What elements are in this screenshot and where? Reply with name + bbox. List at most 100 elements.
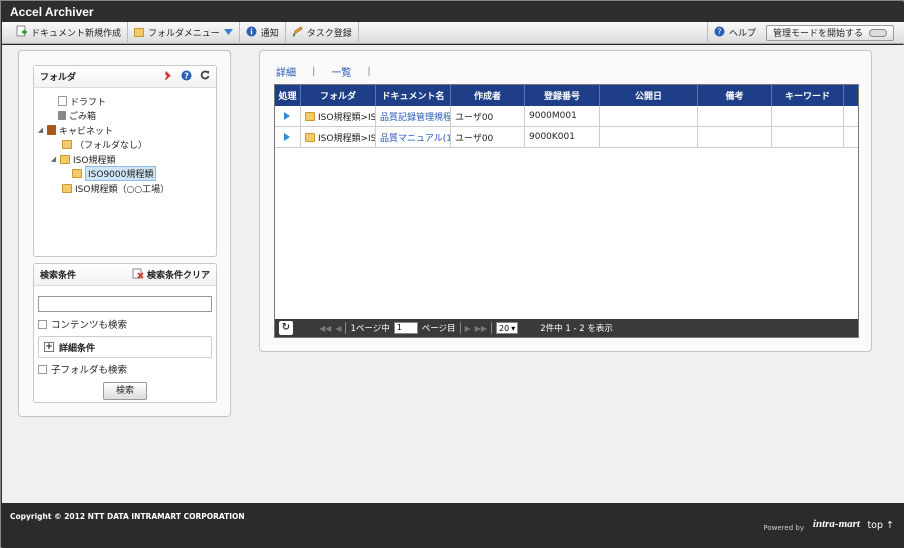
folder-box-header: フォルダ ?: [34, 66, 216, 88]
tab-divider: |: [312, 66, 316, 77]
tree-item-draft[interactable]: ドラフト: [34, 94, 216, 109]
content-search-checkbox[interactable]: コンテンツも検索: [38, 317, 127, 331]
detail-conditions-label: 詳細条件: [59, 343, 96, 354]
collapse-toggle-icon[interactable]: ◢: [37, 126, 44, 134]
notice-button[interactable]: 通知: [240, 21, 286, 44]
toolbar-right: ? ヘルプ 管理モードを開始する: [706, 21, 904, 44]
tree-item-label: キャビネット: [59, 126, 114, 137]
app-title: Accel Archiver: [2, 2, 904, 22]
task-register-button[interactable]: タスク登録: [286, 21, 359, 44]
tree-item-iso9000[interactable]: ISO9000規程類: [34, 166, 216, 182]
pager: ↻ ◀◀ ◀ 1ページ中 1 ページ目 ▶ ▶▶ 20 ▾ 2件中 1 - 2 を…: [275, 319, 858, 337]
folder-menu-button[interactable]: フォルダメニュー: [128, 21, 240, 44]
number-cell: 9000M001: [525, 106, 600, 126]
admin-mode-button[interactable]: 管理モードを開始する: [765, 24, 894, 41]
chevron-down-icon: [223, 28, 233, 38]
folder-cell: ISO規程類>ISO: [301, 127, 376, 147]
column-header[interactable]: 登録番号: [525, 85, 600, 106]
play-icon[interactable]: [284, 133, 290, 141]
process-cell[interactable]: [275, 127, 301, 147]
page-input[interactable]: 1: [393, 322, 418, 334]
document-name-link[interactable]: 品質記録管理規程(: [376, 106, 451, 126]
keyword-cell: [772, 106, 844, 126]
per-page-select[interactable]: 20 ▾: [496, 322, 519, 334]
column-header[interactable]: 処理: [275, 85, 301, 106]
column-header[interactable]: キーワード: [772, 85, 844, 106]
tree-item-iso[interactable]: ◢ ISO規程類: [34, 152, 216, 167]
detail-conditions-toggle[interactable]: + 詳細条件: [38, 336, 212, 358]
prev-page-icon[interactable]: ◀: [335, 324, 341, 333]
toolbar: ドキュメント新規作成 フォルダメニュー 通知 タスク登録 ? ヘルプ 管理モード…: [2, 21, 904, 44]
notice-label: 通知: [260, 29, 279, 39]
svg-text:?: ?: [184, 71, 189, 80]
copyright: Copyright © 2012 NTT DATA INTRAMART CORP…: [10, 512, 245, 521]
folder-icon: [305, 111, 315, 121]
folder-tree: ドラフト ごみ箱 ◢ キャビネット （フォルダなし） ◢ ISO規程類 ISO9…: [34, 88, 216, 196]
first-page-icon[interactable]: ◀◀: [319, 324, 331, 333]
admin-mode-label: 管理モードを開始する: [772, 29, 863, 39]
tree-item-trash[interactable]: ごみ箱: [34, 109, 216, 124]
column-header[interactable]: 備考: [698, 85, 772, 106]
refresh-icon[interactable]: [200, 70, 210, 83]
new-document-button[interactable]: ドキュメント新規作成: [2, 21, 129, 44]
table-row[interactable]: ISO規程類>ISO 品質マニュアル(1.0 ユーザ00 9000K001: [275, 127, 858, 148]
pager-divider: [459, 322, 461, 334]
grid-header: 処理 フォルダ ドキュメント名 作成者 登録番号 公開日 備考 キーワード: [275, 85, 858, 106]
plus-icon: +: [44, 342, 54, 352]
column-header[interactable]: 公開日: [600, 85, 698, 106]
tree-item-no-folder[interactable]: （フォルダなし）: [34, 138, 216, 153]
refresh-icon[interactable]: ↻: [279, 321, 293, 335]
info-icon: [246, 26, 257, 40]
view-tabs: 詳細 | 一覧 |: [276, 64, 387, 79]
top-link[interactable]: top ↑: [867, 520, 894, 531]
number-cell: 9000K001: [525, 127, 600, 147]
powered-by: Powered by: [763, 524, 804, 532]
document-grid: 処理 フォルダ ドキュメント名 作成者 登録番号 公開日 備考 キーワード IS…: [274, 84, 859, 338]
date-cell: [600, 106, 698, 126]
subfolder-search-label: 子フォルダも検索: [51, 365, 128, 376]
tab-detail[interactable]: 詳細: [276, 64, 296, 79]
tab-list[interactable]: 一覧: [331, 64, 351, 79]
pager-summary: 2件中 1 - 2 を表示: [540, 324, 613, 334]
cabinet-icon: [47, 125, 56, 136]
clear-search-button[interactable]: 検索条件クリア: [132, 268, 210, 282]
checkbox-icon: [38, 319, 47, 329]
tab-divider: |: [367, 66, 371, 77]
tree-item-label: ドラフト: [70, 97, 107, 108]
play-icon[interactable]: [284, 112, 290, 120]
tree-item-iso-factory[interactable]: ISO規程類（○○工場）: [34, 181, 216, 196]
document-name-link[interactable]: 品質マニュアル(1.0: [376, 127, 451, 147]
date-cell: [600, 127, 698, 147]
search-box-title: 検索条件: [40, 271, 77, 281]
folder-box: フォルダ ? ドラフト ごみ箱 ◢ キャビネット （フォルダなし） ◢ ISO規…: [33, 65, 217, 257]
tree-item-cabinet[interactable]: ◢ キャビネット: [34, 123, 216, 138]
last-page-icon[interactable]: ▶▶: [475, 324, 487, 333]
folder-icon: [72, 169, 82, 179]
search-input[interactable]: [38, 296, 212, 312]
folder-icon: [134, 28, 145, 37]
search-button[interactable]: 検索: [103, 382, 147, 400]
folder-icon: [305, 132, 315, 142]
chevron-down-icon: ▾: [511, 323, 516, 333]
help-icon[interactable]: ?: [181, 70, 192, 84]
left-panel: フォルダ ? ドラフト ごみ箱 ◢ キャビネット （フォルダなし） ◢ ISO規…: [18, 50, 231, 417]
help-button[interactable]: ? ヘルプ: [706, 21, 762, 44]
collapse-toggle-icon[interactable]: ◢: [50, 155, 57, 163]
table-row[interactable]: ISO規程類>ISO 品質記録管理規程( ユーザ00 9000M001: [275, 106, 858, 127]
trash-icon: [58, 111, 66, 121]
search-box: 検索条件 検索条件クリア コンテンツも検索 + 詳細条件 子フォルダも検索 検索: [33, 263, 217, 403]
per-page-value: 20: [499, 323, 510, 333]
search-box-header: 検索条件 検索条件クリア: [34, 264, 216, 286]
subfolder-search-checkbox[interactable]: 子フォルダも検索: [38, 362, 127, 376]
app-window: Accel Archiver ドキュメント新規作成 フォルダメニュー 通知 タス…: [0, 0, 904, 548]
note-cell: [698, 106, 772, 126]
column-header[interactable]: ドキュメント名: [376, 85, 451, 106]
page-prefix: 1ページ中: [350, 324, 390, 334]
pin-icon[interactable]: [163, 70, 173, 83]
next-page-icon[interactable]: ▶: [465, 324, 471, 333]
svg-text:?: ?: [717, 27, 721, 36]
column-header[interactable]: フォルダ: [301, 85, 376, 106]
column-header[interactable]: 作成者: [451, 85, 525, 106]
author-cell: ユーザ00: [451, 106, 525, 126]
process-cell[interactable]: [275, 106, 301, 126]
